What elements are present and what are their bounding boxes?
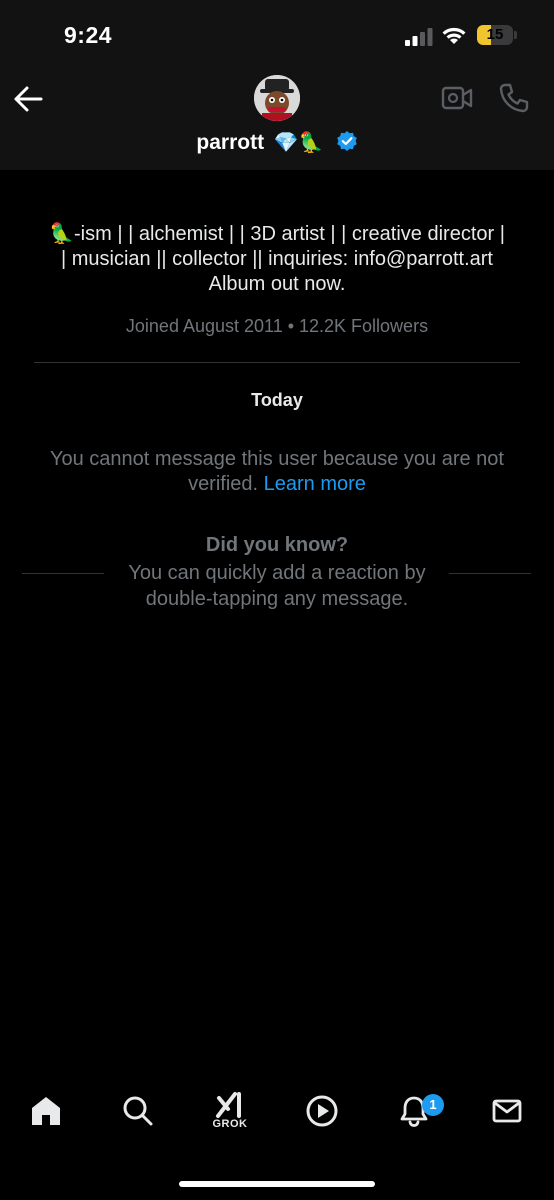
- status-time: 9:24: [64, 22, 113, 48]
- messages-icon: [492, 1099, 522, 1123]
- wifi-icon: [442, 27, 466, 44]
- home-indicator[interactable]: [179, 1181, 375, 1187]
- home-icon: [32, 1097, 60, 1125]
- back-button[interactable]: [12, 84, 46, 114]
- bio-line: Album out now.: [208, 273, 346, 295]
- nav-grok[interactable]: GROK: [206, 1090, 254, 1138]
- grok-label: GROK: [212, 1118, 248, 1130]
- divider: [34, 362, 520, 363]
- verified-badge-icon: [336, 131, 357, 151]
- bio-line: 🦜-ism | | alchemist | | 3D artist | | cr…: [49, 223, 505, 245]
- tip-title: Did you know?: [205, 534, 349, 556]
- status-bar: 9:24 15: [0, 0, 554, 70]
- learn-more-link[interactable]: Learn more: [264, 473, 366, 495]
- cellular-signal-icon: [405, 28, 433, 46]
- phone-call-icon: [499, 83, 529, 113]
- avatar-image: [254, 75, 300, 121]
- nav-video[interactable]: [298, 1094, 346, 1142]
- display-name: parrott: [196, 131, 265, 154]
- nav-search[interactable]: [114, 1094, 162, 1142]
- battery-level: 15: [486, 26, 504, 43]
- name-emojis: 💎🦜: [273, 132, 324, 154]
- video-play-icon: [306, 1095, 338, 1127]
- video-call-icon: [441, 86, 473, 110]
- nav-home[interactable]: [22, 1094, 70, 1142]
- battery-indicator: 15: [477, 25, 513, 45]
- avatar[interactable]: [254, 75, 300, 121]
- phone-call-button[interactable]: [498, 82, 530, 114]
- bio-line: | musician || collector || inquiries: in…: [61, 248, 493, 270]
- profile-bio: 🦜-ism | | alchemist | | 3D artist | | cr…: [20, 222, 534, 297]
- date-separator: Today: [251, 390, 303, 410]
- notification-badge: 1: [422, 1094, 444, 1116]
- video-call-button[interactable]: [441, 84, 473, 112]
- battery-nub: [514, 31, 517, 39]
- tip-body: You can quickly add a reaction by double…: [0, 560, 554, 612]
- display-name-row[interactable]: parrott 💎🦜: [0, 130, 554, 155]
- messaging-restriction-notice: You cannot message this user because you…: [20, 447, 534, 497]
- nav-messages[interactable]: [483, 1094, 531, 1142]
- search-icon: [123, 1096, 153, 1126]
- arrow-left-icon: [14, 86, 43, 112]
- grok-icon: [216, 1092, 241, 1118]
- tip-line: You can quickly add a reaction by: [128, 562, 426, 584]
- conversation-header: parrott 💎🦜: [0, 70, 554, 170]
- tip-line: double-tapping any message.: [145, 588, 409, 610]
- joined-followers: Joined August 2011 • 12.2K Followers: [125, 316, 429, 336]
